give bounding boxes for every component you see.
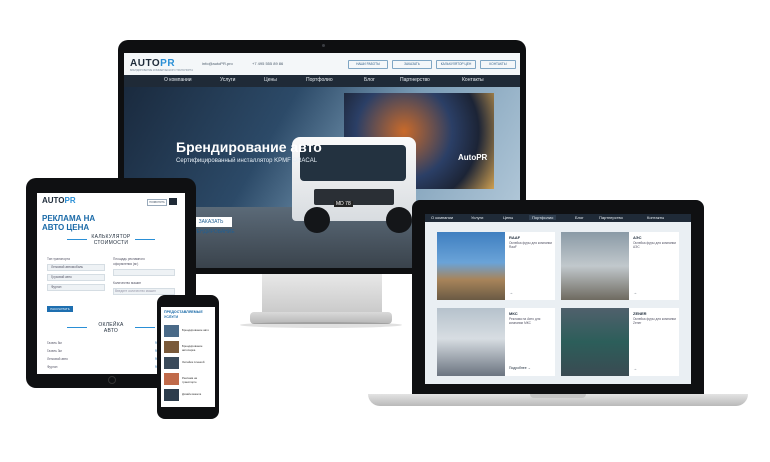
phone-screen: ПРЕДОСТАВЛЯЕМЫЕ УСЛУГИ Брендирование авто… bbox=[161, 307, 215, 407]
price-row-label: Фургон bbox=[47, 365, 58, 369]
service-thumb bbox=[164, 357, 179, 369]
tablet-call-button[interactable]: ПОЗВОНИТЬ bbox=[147, 199, 167, 206]
laptop-notch bbox=[530, 394, 586, 398]
card-title: RAAF bbox=[509, 235, 521, 240]
portfolio-card[interactable]: RAAF Оклейка фуры для компании RaaF → bbox=[437, 232, 555, 300]
webcam-dot bbox=[322, 44, 325, 47]
monitor-stand-neck bbox=[262, 274, 382, 314]
tablet-headline-line2: АВТО ЦЕНА bbox=[42, 223, 90, 232]
lap-nav-prices[interactable]: Цены bbox=[503, 215, 513, 220]
service-thumb bbox=[164, 325, 179, 337]
area-label-2: оформления (м²) bbox=[113, 262, 139, 266]
service-label: Оклейка пленкой bbox=[182, 360, 205, 364]
price-row-label: Газель 3м bbox=[47, 349, 62, 353]
cars-count-placeholder: Введите количество машин bbox=[115, 289, 156, 293]
wrapping-title: ОКЛЕЙКА АВТО bbox=[98, 322, 124, 334]
area-label: Площадь рекламного bbox=[113, 257, 145, 261]
portfolio-card[interactable]: МКС Реклама на Авто для компании МКС Под… bbox=[437, 308, 555, 376]
service-thumb bbox=[164, 341, 179, 353]
arrow-right-icon[interactable]: → bbox=[509, 290, 513, 295]
arrow-right-icon[interactable]: → bbox=[633, 366, 637, 371]
service-label: Реклама на транспорте bbox=[182, 376, 198, 384]
arrow-right-icon[interactable]: → bbox=[633, 290, 637, 295]
price-row-label: Газель 5м bbox=[47, 341, 62, 345]
tablet-headline-line1: РЕКЛАМА НА bbox=[42, 214, 96, 223]
header-phone[interactable]: +7 495 555 89 86 bbox=[252, 61, 283, 66]
service-item[interactable]: Дизайн макета bbox=[164, 389, 212, 401]
service-label: Брендирование авто bbox=[182, 328, 210, 332]
calculate-button[interactable]: РАССЧИТАТЬ bbox=[47, 306, 73, 312]
nav-partnership[interactable]: Партнерство bbox=[400, 77, 430, 83]
nav-contacts[interactable]: Контакты bbox=[462, 77, 484, 83]
works-button[interactable]: НАШИ РАБОТЫ bbox=[348, 60, 388, 69]
header-email[interactable]: info@autoPR.pro bbox=[202, 61, 233, 66]
lap-nav-contacts[interactable]: Контакты bbox=[647, 215, 664, 220]
transport-type-label: Тип транспорта bbox=[47, 257, 70, 261]
license-plate: MD 78 bbox=[334, 201, 353, 207]
service-item[interactable]: Брендирование автопарка bbox=[164, 341, 212, 353]
truck-logo: AutoPR bbox=[458, 153, 488, 162]
tablet-home-button[interactable] bbox=[108, 376, 116, 384]
lap-nav-services[interactable]: Услуги bbox=[471, 215, 483, 220]
transport-option-label: Легковой автомобиль bbox=[51, 265, 84, 269]
card-image bbox=[437, 308, 505, 376]
lap-nav-about[interactable]: О компании bbox=[431, 215, 453, 220]
tablet-logo[interactable]: AUTOPR bbox=[42, 196, 76, 205]
hero-title: Брендирование авто bbox=[176, 139, 322, 155]
service-label: Дизайн макета bbox=[182, 392, 202, 396]
nav-blog[interactable]: Блог bbox=[364, 77, 375, 83]
order-button[interactable]: ЗАКАЗАТЬ bbox=[392, 60, 432, 69]
nav-about[interactable]: О компании bbox=[164, 77, 192, 83]
card-text: Реклама на Авто для компании МКС bbox=[509, 317, 541, 325]
contacts-button[interactable]: КОНТАКТЫ bbox=[480, 60, 516, 69]
portfolio-card[interactable]: ZENER Оклейка фуры для компании Zener → bbox=[561, 308, 679, 376]
transport-option-label: Грузовой авто bbox=[51, 275, 72, 279]
nav-prices[interactable]: Цены bbox=[264, 77, 277, 83]
lap-nav-partnership[interactable]: Партнерство bbox=[599, 215, 623, 220]
service-label: Брендирование автопарка bbox=[182, 344, 203, 352]
hamburger-menu-icon[interactable] bbox=[169, 198, 177, 205]
nav-portfolio[interactable]: Портфолио bbox=[306, 77, 333, 83]
service-thumb bbox=[164, 373, 179, 385]
hero-order-button[interactable]: ЗАКАЗАТЬ БРЕНДИРОВАНИЕ bbox=[190, 217, 235, 235]
calculator-button[interactable]: КАЛЬКУЛЯТОР ЦЕН bbox=[436, 60, 476, 69]
service-thumb bbox=[164, 389, 179, 401]
truck-wheel bbox=[304, 207, 330, 233]
card-title: ZENER bbox=[633, 311, 647, 316]
card-title: АЭС bbox=[633, 235, 642, 240]
lap-nav-blog[interactable]: Блог bbox=[575, 215, 584, 220]
laptop: О компании Услуги Цены Портфолио Блог Па… bbox=[412, 200, 704, 394]
portfolio-card[interactable]: АЭС Оклейка фуры для компании АЭС → bbox=[561, 232, 679, 300]
more-link[interactable]: Подробнее → bbox=[509, 366, 531, 370]
monitor-shadow bbox=[240, 322, 402, 328]
transport-option-label: Фургон bbox=[51, 285, 62, 289]
calculator-title: КАЛЬКУЛЯТОР СТОИМОСТИ bbox=[91, 234, 131, 246]
service-item[interactable]: Оклейка пленкой bbox=[164, 357, 212, 369]
card-text: Оклейка фуры для компании АЭС bbox=[633, 241, 677, 249]
lap-nav-portfolio[interactable]: Портфолио bbox=[529, 215, 557, 220]
nav-services[interactable]: Услуги bbox=[220, 77, 235, 83]
laptop-screen: О компании Услуги Цены Портфолио Блог Па… bbox=[425, 214, 691, 384]
service-item[interactable]: Реклама на транспорте bbox=[164, 373, 212, 385]
service-item[interactable]: Брендирование авто bbox=[164, 325, 212, 337]
phone-services-title: ПРЕДОСТАВЛЯЕМЫЕ УСЛУГИ bbox=[164, 310, 203, 319]
card-title: МКС bbox=[509, 311, 518, 316]
card-text: Оклейка фуры для компании Zener bbox=[633, 317, 677, 325]
hero-subtitle: Сертифицированный инсталлятор KPMF ORACA… bbox=[176, 158, 318, 164]
card-text: Оклейка фуры для компании RaaF bbox=[509, 241, 553, 249]
desktop-logo[interactable]: AUTOPR bbox=[130, 58, 175, 69]
truck-grill bbox=[314, 189, 394, 205]
price-row-label: Легковой авто bbox=[47, 357, 68, 361]
card-image bbox=[437, 232, 505, 300]
smartphone: ПРЕДОСТАВЛЯЕМЫЕ УСЛУГИ Брендирование авто… bbox=[157, 295, 219, 419]
card-image bbox=[561, 232, 629, 300]
area-input[interactable] bbox=[113, 269, 175, 276]
truck-wheel bbox=[386, 207, 412, 233]
logo-tagline: БРЕНДИРОВАНИЕ КОММЕРЧЕСКОГО ТРАНСПОРТА bbox=[130, 69, 193, 72]
card-image bbox=[561, 308, 629, 376]
cars-count-label: Количество машин bbox=[113, 281, 142, 285]
